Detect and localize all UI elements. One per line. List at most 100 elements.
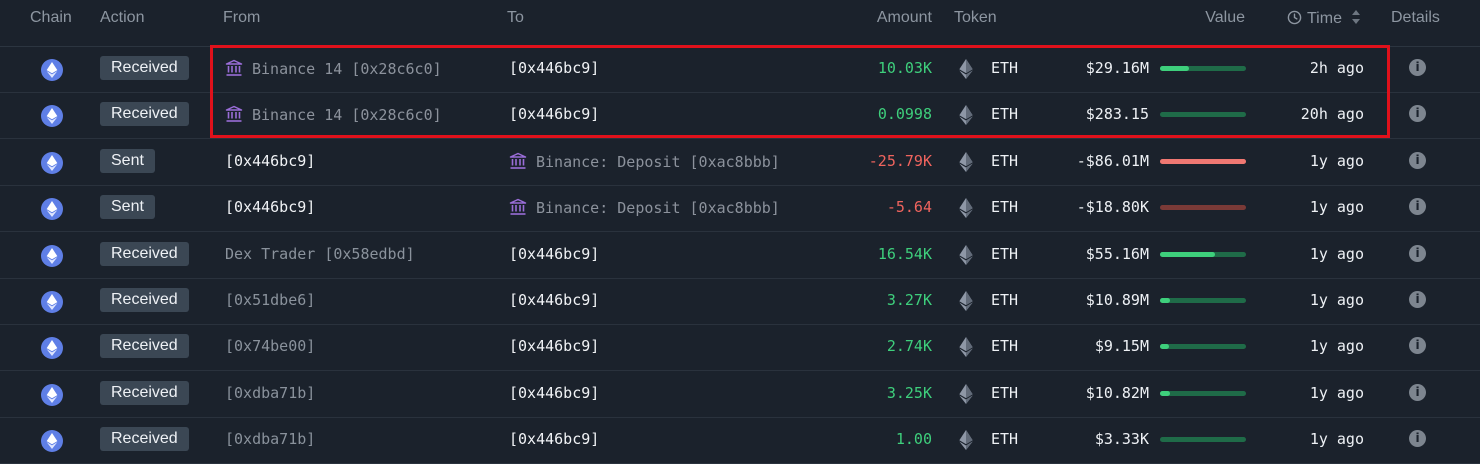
action-badge: Received [100,427,189,452]
info-icon[interactable]: i [1409,244,1426,262]
time-ago: 1y ago [1309,151,1364,170]
from-address-text: [0xdba71b] [225,383,316,402]
token-symbol: ETH [991,430,1019,449]
from-address-link[interactable]: [0xdba71b] [225,430,315,448]
value-bar [1160,112,1246,118]
table-row[interactable]: Received Binance 14 [0x28c6c0] [0x446bc9] 1… [0,46,1480,93]
from-address-link[interactable]: [0x446bc9] [225,152,315,170]
usd-value: -$18.80K [1076,198,1149,217]
table-row[interactable]: Received [0x74be00] [0x446bc9] 2.74K ETH $9.1… [0,324,1480,372]
value-bar-fill [1160,390,1171,396]
eth-token-icon [959,198,973,219]
col-to: To [507,9,524,26]
table-row[interactable]: Sent [0x446bc9] Binance: Deposit [0xac8bbb… [0,185,1480,233]
from-address-link[interactable]: [0x446bc9] [225,198,315,216]
usd-value: -$86.01M [1076,151,1149,170]
time-ago: 1y ago [1309,291,1364,309]
to-address-link[interactable]: [0x446bc9] [509,430,599,448]
table-row[interactable]: Received Binance 14 [0x28c6c0] [0x446bc9] 0… [0,92,1480,140]
time-ago: 1y ago [1309,383,1364,402]
col-chain: Chain [30,9,72,26]
to-address-link[interactable]: [0x446bc9] [509,105,599,123]
info-icon[interactable]: i [1409,151,1426,169]
to-address-text: [0x446bc9] [509,383,600,402]
to-address-text: Binance: Deposit [0xac8bbb] [536,152,780,171]
value-bar-fill [1160,344,1169,350]
ethereum-chain-icon [41,430,63,453]
to-address-link[interactable]: Binance: Deposit [0xac8bbb] [509,152,780,171]
table-row[interactable]: Received [0xdba71b] [0x446bc9] 3.25K ETH $10.… [0,371,1480,418]
to-address-link[interactable]: [0x446bc9] [509,337,599,355]
from-address-link[interactable]: [0xdba71b] [225,384,315,402]
value-bar [1160,205,1246,211]
info-icon[interactable]: i [1409,59,1426,76]
info-icon[interactable]: i [1409,383,1426,401]
table-row[interactable]: Sent [0x446bc9] Binance: Deposit [0xac8bbb… [0,139,1480,186]
ethereum-chain-icon [41,244,63,267]
to-address-text: [0x446bc9] [509,105,600,124]
token-symbol: ETH [991,151,1019,170]
action-badge: Received [100,102,189,127]
info-icon[interactable]: i [1409,198,1426,216]
to-address-text: [0x446bc9] [509,337,600,356]
amount-value: 10.03K [877,59,932,77]
eth-token-icon [959,291,973,311]
amount-value: 3.27K [886,291,932,309]
eth-token-icon [959,59,973,79]
to-address-text: [0x446bc9] [509,244,600,263]
token-symbol: ETH [991,105,1019,124]
token-symbol: ETH [991,244,1019,263]
amount-value: -5.64 [886,198,932,217]
from-address-text: [0x51dbe6] [225,291,316,309]
ethereum-chain-icon [41,198,63,221]
from-address-link[interactable]: [0x51dbe6] [225,291,315,309]
action-badge: Sent [100,148,155,173]
action-badge: Sent [100,195,155,220]
value-bar-fill [1160,251,1216,257]
ethereum-chain-icon [41,105,63,128]
to-address-link[interactable]: [0x446bc9] [509,59,599,77]
table-row[interactable]: Received Dex Trader [0x58edbd] [0x446bc9] 1… [0,232,1480,279]
usd-value: $3.33K [1094,430,1149,449]
ethereum-chain-icon [41,151,63,174]
col-from: From [223,9,261,26]
time-ago: 2h ago [1309,59,1364,77]
from-address-link[interactable]: Dex Trader [0x58edbd] [225,245,415,263]
value-bar [1160,390,1246,396]
info-icon[interactable]: i [1409,105,1426,123]
from-address-link[interactable]: Binance 14 [0x28c6c0] [225,105,442,124]
eth-token-icon [959,430,973,451]
from-address-text: [0x74be00] [225,337,316,356]
to-address-link[interactable]: [0x446bc9] [509,291,599,309]
table-row[interactable]: Received [0x51dbe6] [0x446bc9] 3.27K ETH $10.… [0,278,1480,325]
ethereum-chain-icon [41,59,63,81]
to-address-link[interactable]: [0x446bc9] [509,245,599,263]
from-address-text: [0x446bc9] [225,151,316,170]
ethereum-chain-icon [41,383,63,406]
exchange-icon [225,59,243,76]
info-icon[interactable]: i [1409,430,1426,448]
to-address-link[interactable]: [0x446bc9] [509,384,599,402]
eth-token-icon [959,383,973,404]
col-amount: Amount [876,9,932,26]
usd-value: $29.16M [1085,59,1149,77]
action-badge: Received [100,56,189,80]
table-row[interactable]: Received [0xdba71b] [0x446bc9] 1.00 ETH $3.33… [0,417,1480,464]
from-address-text: [0xdba71b] [225,430,316,449]
token-symbol: ETH [991,337,1019,356]
amount-value: 0.0998 [877,105,932,124]
info-icon[interactable]: i [1409,291,1426,308]
from-address-link[interactable]: [0x74be00] [225,337,315,355]
from-address-link[interactable]: Binance 14 [0x28c6c0] [225,59,442,78]
value-bar [1160,298,1246,303]
eth-token-icon [959,105,973,126]
action-badge: Received [100,334,189,359]
info-icon[interactable]: i [1409,337,1426,355]
from-address-text: Binance 14 [0x28c6c0] [252,106,442,125]
to-address-link[interactable]: Binance: Deposit [0xac8bbb] [509,198,780,217]
col-details: Details [1391,9,1440,26]
token-symbol: ETH [991,59,1019,77]
time-sort-button[interactable]: Time [1287,9,1361,28]
sort-icon [1352,10,1361,24]
to-address-text: [0x446bc9] [509,291,600,309]
